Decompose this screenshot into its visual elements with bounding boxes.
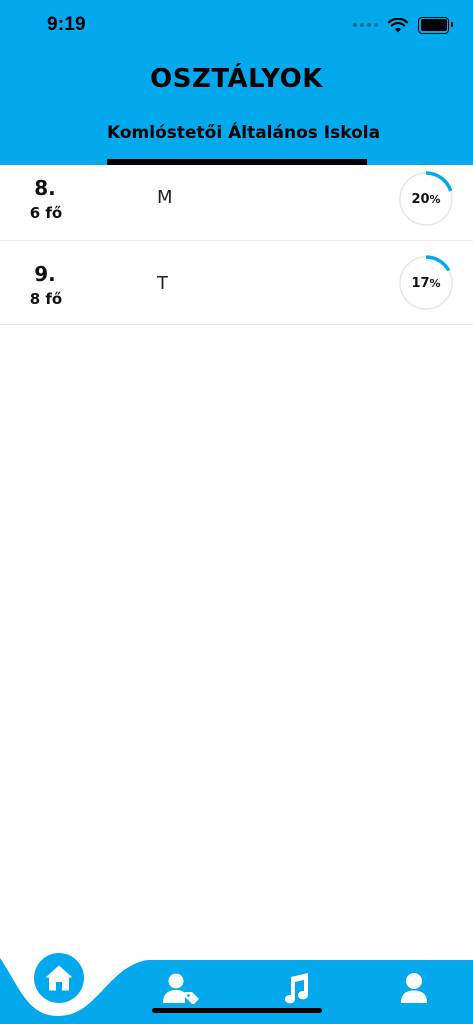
progress-unit: % [429, 276, 441, 290]
battery-icon [418, 16, 453, 34]
home-indicator [152, 1008, 322, 1013]
class-row[interactable]: 8. 6 fő M 20% [0, 165, 473, 241]
music-note-icon [285, 973, 309, 1004]
nav-home-button[interactable] [34, 953, 84, 1003]
class-row[interactable]: 9. 8 fő T 17% [0, 241, 473, 325]
user-tag-icon [163, 973, 199, 1004]
progress-unit: % [429, 192, 441, 206]
progress-ring: 20% [398, 171, 454, 227]
progress-ring-label: 17% [398, 255, 454, 311]
class-student-count: 8 fő [29, 290, 63, 308]
page-title: OSZTÁLYOK [150, 64, 323, 94]
progress-value: 17 [411, 275, 430, 291]
progress-ring-label: 20% [398, 171, 454, 227]
home-icon [45, 965, 73, 991]
class-student-count: 6 fő [29, 204, 63, 222]
class-teacher-initial: T [157, 273, 168, 294]
nav-profile-button[interactable] [392, 970, 436, 1006]
class-teacher-initial: M [157, 187, 173, 208]
header-bar: 9:19 OSZTÁLYOK Komlóstetői Általános Isk… [0, 0, 473, 165]
person-icon [401, 973, 427, 1003]
class-grade: 8. [34, 176, 56, 200]
status-indicators [353, 15, 453, 35]
cellular-signal-icon [353, 23, 378, 27]
nav-classes-button[interactable] [158, 970, 204, 1006]
class-list: 8. 6 fő M 20% 9. 8 fő T 17% [0, 165, 473, 325]
wifi-icon [388, 17, 408, 32]
nav-music-button[interactable] [274, 970, 318, 1006]
tab-school-label: Komlóstetői Általános Iskola [107, 123, 381, 143]
class-grade: 9. [34, 262, 56, 286]
progress-ring: 17% [398, 255, 454, 311]
status-time: 9:19 [47, 14, 86, 35]
tab-school[interactable]: Komlóstetői Általános Iskola [107, 123, 381, 165]
progress-value: 20 [411, 191, 430, 207]
